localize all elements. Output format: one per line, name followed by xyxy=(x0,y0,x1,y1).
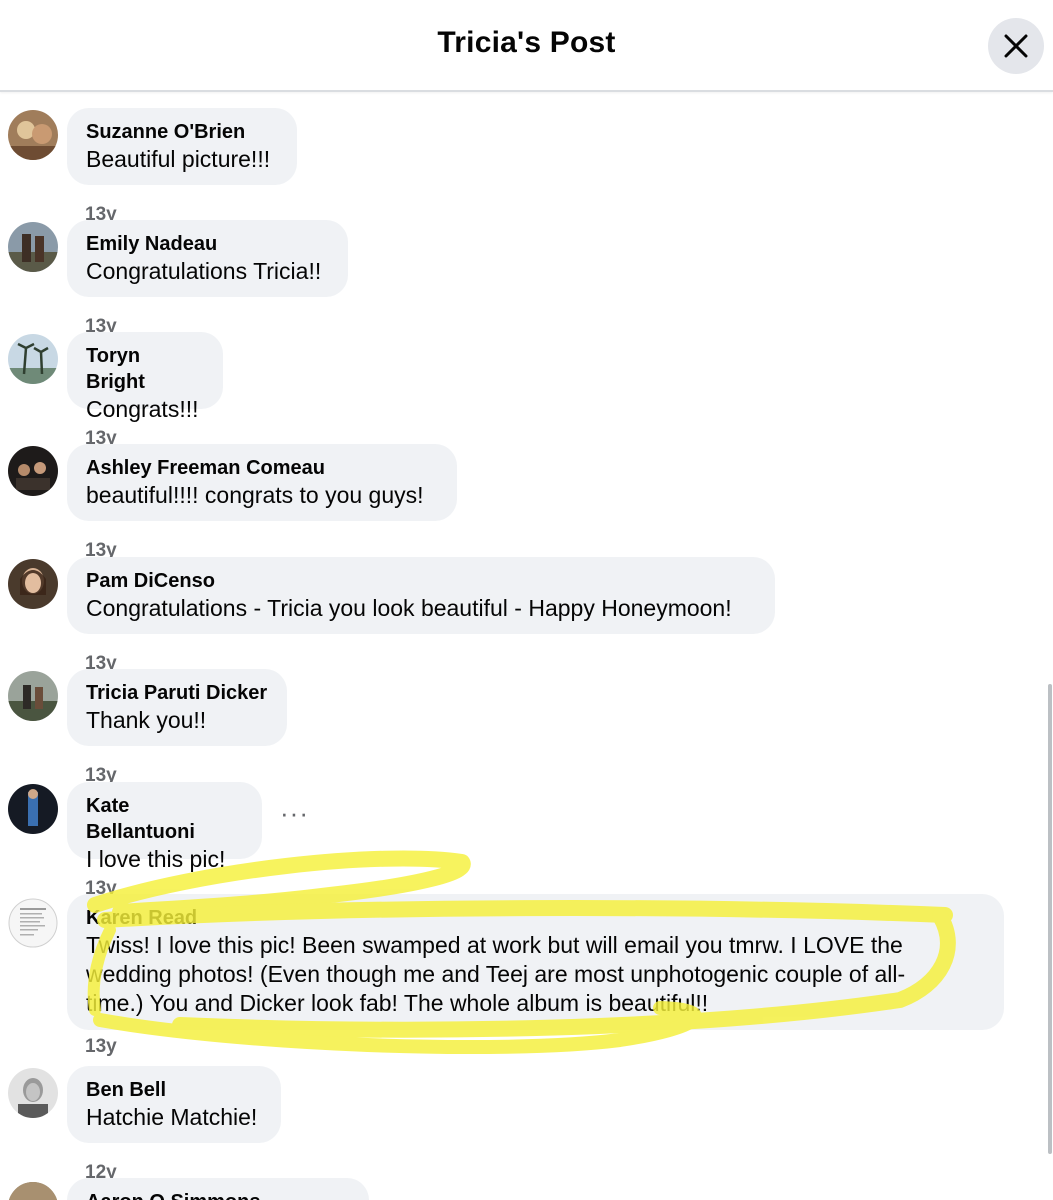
avatar[interactable] xyxy=(8,898,58,948)
close-button[interactable] xyxy=(988,18,1044,74)
comment-author[interactable]: Karen Read xyxy=(86,905,985,931)
comment-text: Congratulations - Tricia you look beauti… xyxy=(86,595,732,621)
page-title: Tricia's Post xyxy=(437,26,616,59)
comment-author[interactable]: Ashley Freeman Comeau xyxy=(86,455,438,481)
comment-text: Beautiful picture!!! xyxy=(86,146,271,172)
avatar[interactable] xyxy=(8,1182,58,1200)
post-comments-dialog: Tricia's Post Suzanne O'Brien Beautiful … xyxy=(0,0,1053,1200)
comment-bubble: Pam DiCenso Congratulations - Tricia you… xyxy=(67,557,775,634)
comment-bubble: Emily Nadeau Congratulations Tricia!! xyxy=(67,220,348,297)
avatar[interactable] xyxy=(8,446,58,496)
avatar[interactable] xyxy=(8,222,58,272)
comment-author[interactable]: Pam DiCenso xyxy=(86,568,756,594)
comment-bubble: Toryn Bright Congrats!!! xyxy=(67,332,223,422)
avatar[interactable] xyxy=(8,1068,58,1118)
comment-author[interactable]: Tricia Paruti Dicker xyxy=(86,680,268,706)
comment-bubble: Kate Bellantuoni I love this pic! xyxy=(67,782,262,872)
comment-text-line: wedding photos! (Even though me and Teej… xyxy=(86,961,906,987)
avatar[interactable] xyxy=(8,559,58,609)
comment-text-line: Twiss! I love this pic! Been swamped at … xyxy=(86,932,903,958)
comment-author[interactable]: Aaron O Simmons xyxy=(86,1189,350,1200)
comment-text-line: time.) You and Dicker look fab! The whol… xyxy=(86,990,709,1016)
comment-time[interactable]: 13y xyxy=(85,1036,117,1058)
avatar[interactable] xyxy=(8,334,58,384)
comment-author[interactable]: Toryn Bright xyxy=(86,343,204,395)
comment-author[interactable]: Ben Bell xyxy=(86,1077,262,1103)
close-icon xyxy=(1004,34,1028,58)
comment-bubble: Tricia Paruti Dicker Thank you!! xyxy=(67,669,287,746)
comment-text: I love this pic! xyxy=(86,846,226,872)
comment-text: Hatchie Matchie! xyxy=(86,1104,258,1130)
dialog-header: Tricia's Post xyxy=(0,0,1053,92)
comment-author[interactable]: Suzanne O'Brien xyxy=(86,119,278,145)
comment-bubble: Ben Bell Hatchie Matchie! xyxy=(67,1066,281,1143)
comment-bubble: Ashley Freeman Comeau beautiful!!!! cong… xyxy=(67,444,457,521)
comment-bubble: Aaron O Simmons xyxy=(67,1178,369,1200)
comment-bubble: Karen Read Twiss! I love this pic! Been … xyxy=(67,894,1004,1030)
comment-text: beautiful!!!! congrats to you guys! xyxy=(86,482,424,508)
comment-text: Congrats!!! xyxy=(86,396,199,422)
avatar[interactable] xyxy=(8,784,58,834)
avatar[interactable] xyxy=(8,110,58,160)
comment-text: Congratulations Tricia!! xyxy=(86,258,322,284)
comment-text: Thank you!! xyxy=(86,707,207,733)
scrollbar[interactable] xyxy=(1048,684,1052,1154)
comment-author[interactable]: Kate Bellantuoni xyxy=(86,793,243,845)
comment-bubble: Suzanne O'Brien Beautiful picture!!! xyxy=(67,108,297,185)
more-options-button[interactable]: ··· xyxy=(280,798,309,829)
comment-author[interactable]: Emily Nadeau xyxy=(86,231,329,257)
avatar[interactable] xyxy=(8,671,58,721)
